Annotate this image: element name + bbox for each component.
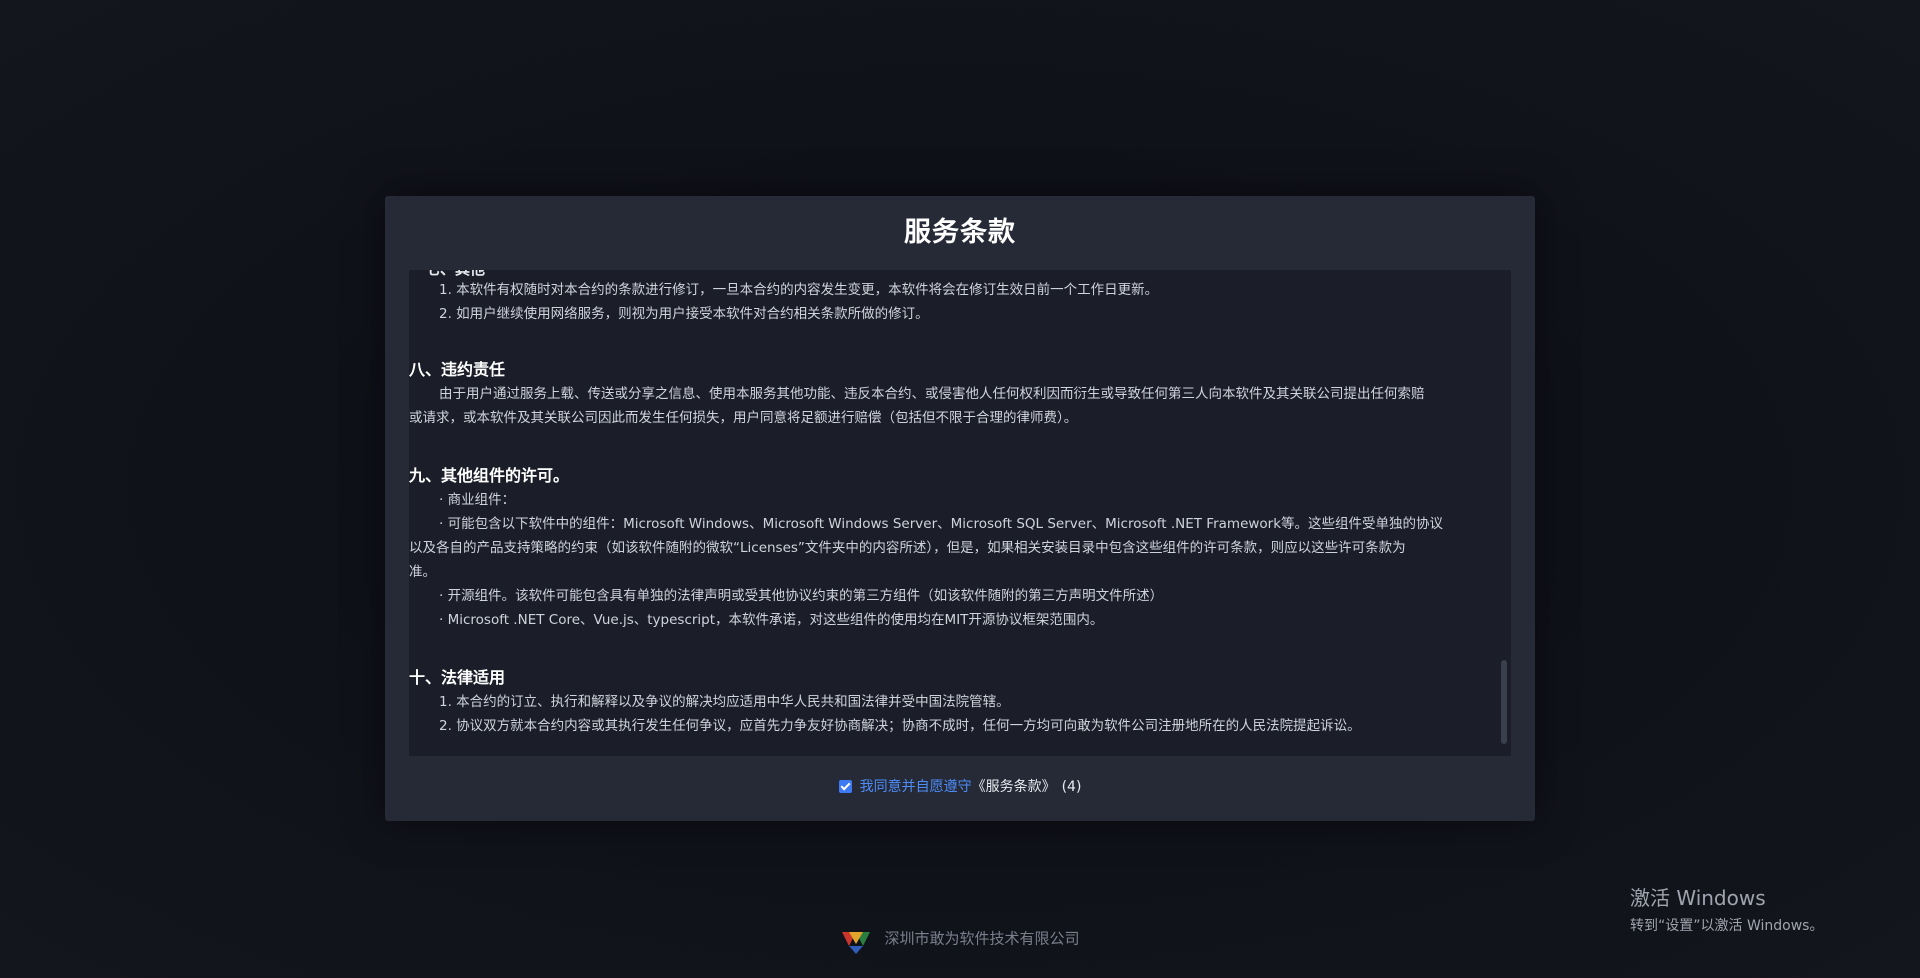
dialog-title: 服务条款 [904, 217, 1016, 248]
scrollbar-thumb[interactable] [1501, 660, 1507, 744]
agree-checkbox[interactable] [838, 780, 852, 793]
terms-line: · Microsoft .NET Core、Vue.js、typescript，… [439, 612, 1104, 628]
terms-content-scroll[interactable]: 七、其他 1. 本软件有权随时对本合约的条款进行修订，一旦本合约的内容发生变更，… [409, 270, 1511, 756]
section-title-components: 九、其他组件的许可。 [409, 466, 570, 485]
terms-line: · 可能包含以下软件中的组件：Microsoft Windows、Microso… [439, 516, 1444, 532]
countdown: (4) [1061, 779, 1082, 795]
company-name: 深圳市敢为软件技术有限公司 [884, 929, 1080, 948]
windows-activation-watermark: 激活 Windows 转到“设置”以激活 Windows。 [1630, 882, 1823, 935]
section-title-law: 十、法律适用 [409, 668, 506, 687]
terms-line: 或请求，或本软件及其关联公司因此而发生任何损失，用户同意将足额进行赔偿（包括但不… [409, 410, 1078, 426]
terms-dialog: 服务条款 七、其他 1. 本软件有权随时对本合约的条款进行修订，一旦本合约的内容… [385, 196, 1535, 821]
terms-line: 由于用户通过服务上载、传送或分享之信息、使用本服务其他功能、违反本合约、或侵害他… [439, 386, 1425, 402]
windows-activation-title: 激活 Windows [1630, 886, 1766, 910]
section-title-breach: 八、违约责任 [409, 360, 506, 379]
company-logo-icon [842, 932, 871, 954]
terms-line: 1. 本软件有权随时对本合约的条款进行修订，一旦本合约的内容发生变更，本软件将会… [439, 282, 1159, 298]
terms-line: 2. 如用户继续使用网络服务，则视为用户接受本软件对合约相关条款所做的修订。 [439, 306, 929, 322]
terms-line: 1. 本合约的订立、执行和解释以及争议的解决均应适用中华人民共和国法律并受中国法… [439, 694, 1010, 710]
terms-line: 以及各自的产品支持策略的约束（如该软件随附的微软“Licenses”文件夹中的内… [409, 540, 1406, 556]
terms-link[interactable]: 《服务条款》 [972, 779, 1056, 795]
windows-activation-subtitle: 转到“设置”以激活 Windows。 [1630, 918, 1824, 934]
terms-line: 准。 [409, 564, 436, 580]
agree-row: 我同意并自愿遵守《服务条款》 (4) [385, 778, 1535, 796]
agree-label[interactable]: 我同意并自愿遵守 [860, 779, 972, 795]
terms-line: 2. 协议双方就本合约内容或其执行发生任何争议，应首先力争友好协商解决；协商不成… [439, 718, 1361, 734]
terms-line: · 开源组件。该软件可能包含具有单独的法律声明或受其他协议约束的第三方组件（如该… [439, 588, 1164, 604]
terms-line: · 商业组件： [439, 492, 516, 508]
